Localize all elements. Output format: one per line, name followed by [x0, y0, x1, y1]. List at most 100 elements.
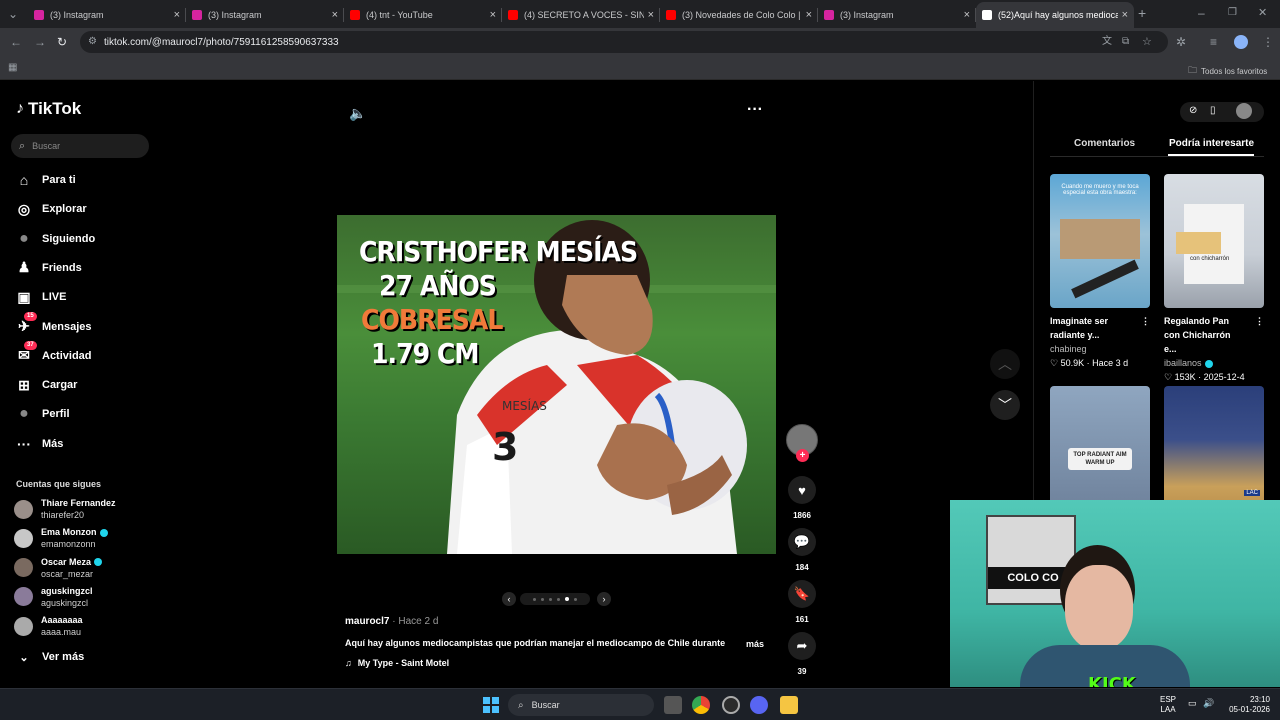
carousel-dot[interactable]: [541, 597, 544, 601]
sidebar-item-explorar[interactable]: ◎ Explorar: [16, 201, 87, 217]
translate-icon[interactable]: 文: [1102, 36, 1112, 48]
follow-plus-icon[interactable]: +: [796, 449, 809, 462]
carousel-prev-button[interactable]: ‹: [502, 592, 516, 606]
volume-tray-icon[interactable]: 🔊: [1203, 698, 1214, 709]
browser-tab[interactable]: (3) Instagram ×: [28, 2, 186, 28]
sidebar-item-friends[interactable]: ♟ Friends: [16, 259, 82, 276]
close-window-button[interactable]: ✕: [1258, 7, 1267, 19]
sidebar-item-mensajes[interactable]: ✈ 15 Mensajes: [16, 311, 92, 335]
followed-account[interactable]: Oscar Meza oscar_mezar: [14, 556, 103, 580]
obs-icon[interactable]: [722, 696, 740, 714]
tab-close-icon[interactable]: ×: [806, 9, 812, 21]
save-count: 161: [795, 615, 809, 624]
card-user[interactable]: ibaillanos: [1164, 358, 1202, 368]
menu-icon[interactable]: ⋮: [1262, 36, 1274, 48]
chrome-icon[interactable]: [692, 696, 710, 714]
volume-icon[interactable]: 🔈: [349, 105, 366, 122]
tab-close-icon[interactable]: ×: [490, 9, 496, 21]
save-button[interactable]: 🔖: [788, 580, 816, 608]
browser-tab[interactable]: (4) SECRETO A VOCES - SINAÍ ×: [502, 2, 660, 28]
card-user[interactable]: chabineg: [1050, 342, 1150, 356]
card-title: Regalando Pan con Chicharrón e...: [1164, 316, 1231, 354]
sidebar-item-live[interactable]: ▣ LIVE: [16, 289, 66, 305]
language-indicator[interactable]: ESP LAA: [1160, 695, 1176, 715]
followed-account[interactable]: Ema Monzon emamonzonn: [14, 526, 108, 550]
followed-account[interactable]: Aaaaaaaa aaaa.mau: [14, 614, 83, 638]
network-icon[interactable]: ▭: [1188, 698, 1197, 709]
card-more-icon[interactable]: ⋮: [1141, 314, 1150, 342]
prev-post-button[interactable]: ︿: [990, 349, 1020, 379]
post-photo[interactable]: 3 MESÍAS CRISTHOFER MESÍAS 27 AÑOS COBRE…: [337, 215, 776, 554]
apps-grid-icon[interactable]: ▦: [8, 62, 17, 74]
install-icon[interactable]: ⧉: [1122, 36, 1129, 48]
tab-close-icon[interactable]: ×: [332, 9, 338, 21]
search-input[interactable]: ⌕ Buscar: [11, 134, 149, 158]
carousel-dot[interactable]: [574, 597, 577, 601]
caption-more-button[interactable]: más: [746, 639, 764, 649]
see-more-button[interactable]: ⌄ Ver más: [16, 649, 84, 665]
sidebar-item-actividad[interactable]: ✉ 37 Actividad: [16, 340, 92, 364]
tab-search-icon[interactable]: ⌄: [8, 8, 18, 20]
discord-icon[interactable]: [750, 696, 768, 714]
sidebar-item-label: Actividad: [42, 349, 92, 362]
share-button[interactable]: ➦: [788, 632, 816, 660]
file-explorer-icon[interactable]: [780, 696, 798, 714]
followed-account[interactable]: Thiare Fernandez thiarefer20: [14, 497, 116, 521]
extensions-icon[interactable]: ✲: [1176, 36, 1186, 48]
carousel-dot[interactable]: [533, 597, 536, 601]
maximize-button[interactable]: ❐: [1228, 7, 1237, 19]
browser-tab[interactable]: (3) Instagram ×: [818, 2, 976, 28]
carousel-dot[interactable]: [565, 597, 569, 601]
reload-icon[interactable]: ↻: [57, 36, 67, 48]
next-post-button[interactable]: ﹀: [990, 390, 1020, 420]
browser-tab[interactable]: (4) tnt - YouTube ×: [344, 2, 502, 28]
tab-close-icon[interactable]: ×: [1122, 9, 1128, 21]
clock[interactable]: 23:10 05-01-2026: [1222, 695, 1270, 715]
compass-tool-icon[interactable]: ⊘: [1189, 105, 1197, 116]
tab-close-icon[interactable]: ×: [174, 9, 180, 21]
browser-tab[interactable]: (3) Novedades de Colo Colo | L ×: [660, 2, 818, 28]
all-bookmarks[interactable]: 🗀 Todos los favoritos: [1188, 63, 1267, 79]
site-info-icon[interactable]: ⚙: [88, 36, 97, 48]
user-avatar[interactable]: [1236, 103, 1252, 119]
minimize-button[interactable]: –: [1198, 7, 1205, 19]
tab-comments[interactable]: Comentarios: [1074, 138, 1135, 149]
music-line[interactable]: ♫ My Type - Saint Motel: [345, 658, 449, 668]
right-tools: ⊘ ▯: [1180, 102, 1264, 122]
recommended-card[interactable]: Cuando me muero y me toca especial esta …: [1050, 174, 1150, 370]
sidebar-item-siguiendo[interactable]: ● Siguiendo: [16, 230, 95, 247]
forward-icon[interactable]: →: [34, 36, 46, 48]
sidebar-item-perfil[interactable]: ● Perfil: [16, 405, 69, 422]
tab-close-icon[interactable]: ×: [648, 9, 654, 21]
browser-tab[interactable]: (52)Aquí hay algunos mediocam ×: [976, 2, 1134, 28]
sidebar-item-más[interactable]: ··· Más: [16, 436, 63, 452]
tab-recommended[interactable]: Podría interesarte: [1169, 138, 1254, 149]
windows-start-icon[interactable]: [483, 697, 499, 713]
card-more-icon[interactable]: ⋮: [1255, 314, 1264, 356]
browser-tab[interactable]: (3) Instagram ×: [186, 2, 344, 28]
carousel-dot[interactable]: [557, 597, 560, 601]
thumb-caption: con chicharrón: [1190, 256, 1230, 262]
bookmark-star-icon[interactable]: ☆: [1142, 36, 1152, 48]
recommended-card[interactable]: con chicharrón Regalando Pan con Chichar…: [1164, 174, 1264, 384]
taskbar-search[interactable]: ⌕ Buscar: [508, 694, 654, 716]
post-author[interactable]: maurocl7: [345, 616, 389, 627]
tab-close-icon[interactable]: ×: [964, 9, 970, 21]
task-view-icon[interactable]: [664, 696, 682, 714]
like-button[interactable]: ♥: [788, 476, 816, 504]
sidebar-item-para-ti[interactable]: ⌂ Para ti: [16, 172, 76, 188]
carousel-next-button[interactable]: ›: [597, 592, 611, 606]
sidebar-item-cargar[interactable]: ⊞ Cargar: [16, 377, 77, 393]
carousel-dot[interactable]: [549, 597, 552, 601]
reading-list-icon[interactable]: ≡: [1210, 36, 1217, 48]
device-icon[interactable]: ▯: [1210, 105, 1216, 116]
more-options-icon[interactable]: ···: [747, 101, 763, 119]
comment-button[interactable]: 💬: [788, 528, 816, 556]
new-tab-icon[interactable]: +: [1138, 6, 1146, 20]
followed-account[interactable]: aguskingzcl aguskingzcl: [14, 585, 93, 609]
back-icon[interactable]: ←: [10, 36, 22, 48]
tab-favicon-icon: [34, 10, 44, 20]
address-bar[interactable]: ⚙ tiktok.com/@maurocl7/photo/75911612585…: [80, 31, 1168, 53]
tiktok-logo[interactable]: ♪ TikTok: [16, 99, 81, 119]
profile-avatar[interactable]: [1234, 35, 1248, 49]
